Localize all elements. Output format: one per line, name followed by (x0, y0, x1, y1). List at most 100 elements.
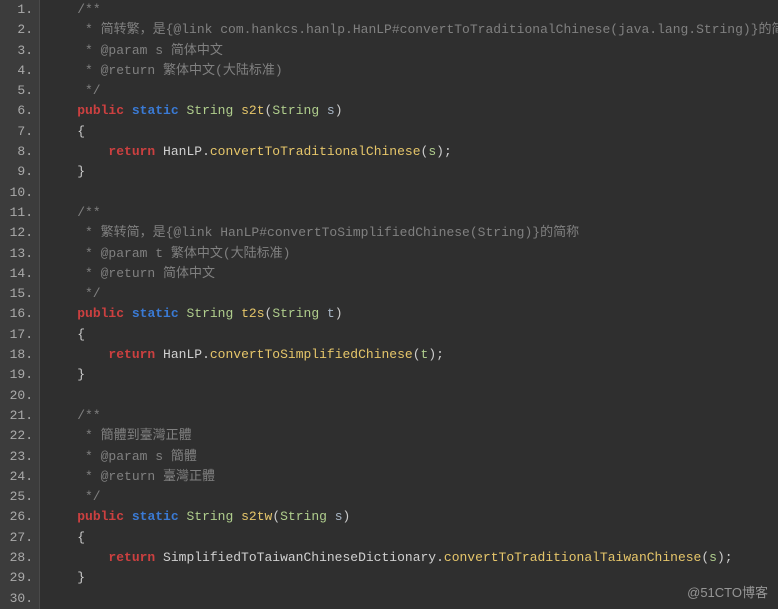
code-token: */ (46, 286, 101, 301)
code-token: ( (701, 550, 709, 565)
code-line (46, 386, 778, 406)
code-token: String (186, 103, 233, 118)
code-token: ) (335, 306, 343, 321)
code-line (46, 589, 778, 609)
code-token (46, 408, 77, 423)
code-token (155, 550, 163, 565)
code-token: s (709, 550, 717, 565)
line-number: 15. (4, 284, 33, 304)
code-line: return HanLP.convertToTraditionalChinese… (46, 142, 778, 162)
line-number: 17. (4, 325, 33, 345)
code-token: convertToSimplifiedChinese (210, 347, 413, 362)
code-token (46, 509, 77, 524)
code-token (46, 144, 108, 159)
code-token: { (77, 327, 85, 342)
code-token: s (319, 103, 335, 118)
code-token (46, 124, 77, 139)
code-token: ); (428, 347, 444, 362)
code-token: t2s (241, 306, 264, 321)
line-number: 9. (4, 162, 33, 182)
line-number: 1. (4, 0, 33, 20)
line-number: 28. (4, 548, 33, 568)
line-number: 29. (4, 568, 33, 588)
code-line: * @return 繁体中文(大陆标准) (46, 61, 778, 81)
code-token: s2tw (241, 509, 272, 524)
code-token (46, 306, 77, 321)
code-token: s (428, 144, 436, 159)
line-number: 16. (4, 304, 33, 324)
code-token: ); (436, 144, 452, 159)
code-token: * 簡體到臺灣正體 (46, 428, 192, 443)
code-token: public (77, 306, 124, 321)
code-line: * 繁转简，是{@link HanLP#convertToSimplifiedC… (46, 223, 778, 243)
code-token: * @return 简体中文 (46, 266, 215, 281)
code-line: * @param s 簡體 (46, 447, 778, 467)
code-token: * @param s 簡體 (46, 449, 197, 464)
code-line: */ (46, 81, 778, 101)
code-token: String (186, 306, 233, 321)
line-number: 2. (4, 20, 33, 40)
code-token: String (272, 103, 319, 118)
code-token (124, 306, 132, 321)
code-token: * @param t 繁体中文(大陆标准) (46, 246, 290, 261)
code-token (46, 185, 54, 200)
line-number: 22. (4, 426, 33, 446)
line-number: 3. (4, 41, 33, 61)
code-token: public (77, 103, 124, 118)
code-token (155, 144, 163, 159)
code-line: * @param t 繁体中文(大陆标准) (46, 244, 778, 264)
code-token: static (132, 103, 179, 118)
code-line: * 簡體到臺灣正體 (46, 426, 778, 446)
code-line: { (46, 528, 778, 548)
code-token: ) (343, 509, 351, 524)
code-token: { (77, 530, 85, 545)
code-token: static (132, 306, 179, 321)
line-number: 13. (4, 244, 33, 264)
code-token (46, 550, 108, 565)
code-token (46, 570, 77, 585)
code-token: /** (77, 2, 100, 17)
line-number: 21. (4, 406, 33, 426)
code-token: * @return 臺灣正體 (46, 469, 215, 484)
code-token (124, 509, 132, 524)
line-number: 8. (4, 142, 33, 162)
code-token: ) (335, 103, 343, 118)
code-line: * @return 臺灣正體 (46, 467, 778, 487)
code-token: { (77, 124, 85, 139)
line-number: 23. (4, 447, 33, 467)
line-number: 11. (4, 203, 33, 223)
code-token: String (272, 306, 319, 321)
line-number: 26. (4, 507, 33, 527)
code-line: */ (46, 487, 778, 507)
code-line: } (46, 365, 778, 385)
code-line: /** (46, 203, 778, 223)
code-line: public static String s2t(String s) (46, 101, 778, 121)
code-line: */ (46, 284, 778, 304)
code-token: public (77, 509, 124, 524)
code-line: * 简转繁，是{@link com.hankcs.hanlp.HanLP#con… (46, 20, 778, 40)
code-token: * @return 繁体中文(大陆标准) (46, 63, 283, 78)
code-token: * @param s 简体中文 (46, 43, 223, 58)
code-token: return (108, 144, 155, 159)
code-line: * @return 简体中文 (46, 264, 778, 284)
code-token (233, 306, 241, 321)
code-line: } (46, 162, 778, 182)
code-token: t (319, 306, 335, 321)
code-token (124, 103, 132, 118)
code-line: { (46, 122, 778, 142)
code-token (46, 103, 77, 118)
code-token (46, 347, 108, 362)
code-line: { (46, 325, 778, 345)
code-line (46, 183, 778, 203)
code-token: * 简转繁，是{@link com.hankcs.hanlp.HanLP#con… (46, 22, 778, 37)
code-token (233, 509, 241, 524)
code-content-area[interactable]: /** * 简转繁，是{@link com.hankcs.hanlp.HanLP… (40, 0, 778, 609)
line-number: 24. (4, 467, 33, 487)
code-token (46, 591, 54, 606)
code-token (233, 103, 241, 118)
code-line: * @param s 简体中文 (46, 41, 778, 61)
code-token: convertToTraditionalTaiwanChinese (444, 550, 701, 565)
line-number: 10. (4, 183, 33, 203)
line-number: 6. (4, 101, 33, 121)
code-token: /** (77, 408, 100, 423)
